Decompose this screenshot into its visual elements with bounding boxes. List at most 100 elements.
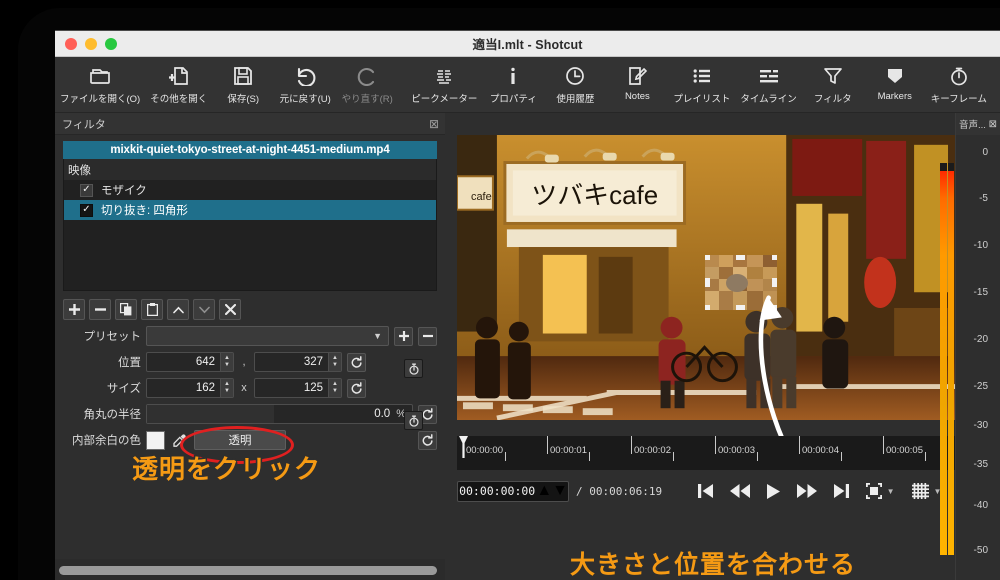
- move-up-button[interactable]: [167, 299, 189, 320]
- minimize-window-button[interactable]: [85, 37, 97, 50]
- filters-horizontal-scrollbar[interactable]: [55, 559, 445, 580]
- toolbar-button-history[interactable]: 操作履歴: [992, 61, 1000, 105]
- toolbar-button-undo[interactable]: 元に戻す(U): [274, 61, 336, 105]
- playback-buttons[interactable]: ▼ ▼ »: [697, 483, 956, 499]
- toolbar-button-recent[interactable]: 使用履歴: [544, 61, 606, 105]
- toolbar-button-save[interactable]: 保存(S): [212, 61, 274, 105]
- padding-color-swatch[interactable]: [146, 430, 165, 450]
- transparent-button[interactable]: 透明: [194, 430, 286, 450]
- position-x-stepper[interactable]: ▲ ▼: [220, 353, 233, 371]
- rewind-icon[interactable]: [729, 484, 750, 498]
- toolbar-button-open-file[interactable]: ファイルを開く(O): [55, 61, 145, 105]
- toolbar-button-properties[interactable]: プロパティ: [482, 61, 544, 105]
- size-width-input[interactable]: 162 ▲ ▼: [146, 378, 234, 398]
- fast-forward-icon[interactable]: [796, 484, 817, 498]
- audio-level-bars: [940, 163, 954, 555]
- playhead[interactable]: [459, 436, 468, 458]
- current-time-stepper[interactable]: ▲▼: [536, 482, 568, 500]
- toolbar-button-peak-meter[interactable]: ピークメーター: [406, 61, 482, 105]
- filter-checkbox[interactable]: ✓: [80, 183, 93, 197]
- toolbar-button-playlist[interactable]: プレイリスト: [668, 61, 735, 105]
- preset-select[interactable]: ▼: [146, 326, 389, 346]
- toolbar-label: やり直す(R): [341, 94, 393, 105]
- reset-position-button[interactable]: [347, 352, 366, 372]
- skip-start-icon[interactable]: [697, 484, 713, 498]
- remove-filter-button[interactable]: [89, 299, 111, 320]
- close-panel-icon[interactable]: ⊠: [429, 118, 439, 130]
- resize-handle-nw[interactable]: [705, 255, 710, 260]
- player-scrub-area[interactable]: 00:00:00 00:00:01 00:00:02 00:00:03 00:0…: [457, 436, 956, 470]
- filter-list-item-crop-rectangle[interactable]: ✓ 切り抜き: 四角形: [64, 200, 436, 220]
- toolbar-button-open-other[interactable]: その他を開く: [145, 61, 212, 105]
- toolbar-button-filters[interactable]: フィルタ: [802, 61, 864, 105]
- copy-filter-button[interactable]: [115, 299, 137, 320]
- resize-handle-s[interactable]: [736, 305, 745, 310]
- add-filter-button[interactable]: [63, 299, 85, 320]
- filter-name: 切り抜き: 四角形: [101, 205, 188, 217]
- resize-handle-e[interactable]: [772, 278, 777, 287]
- resize-handle-se[interactable]: [772, 305, 777, 310]
- remove-preset-button[interactable]: [418, 326, 437, 346]
- move-down-button: [193, 299, 215, 320]
- duration-label: / 00:00:06:19: [576, 484, 663, 498]
- filter-checkbox[interactable]: ✓: [80, 203, 93, 217]
- corner-radius-keyframe-button[interactable]: [404, 411, 423, 430]
- close-window-button[interactable]: [65, 37, 77, 50]
- filter-list-actions[interactable]: [63, 291, 437, 326]
- deselect-button[interactable]: [219, 299, 241, 320]
- position-y-stepper[interactable]: ▲ ▼: [328, 353, 341, 371]
- resize-handle-n[interactable]: [736, 255, 745, 260]
- scrollbar-thumb[interactable]: [59, 565, 438, 575]
- toolbar-button-notes[interactable]: Notes: [606, 61, 668, 102]
- toolbar-button-markers[interactable]: Markers: [864, 61, 926, 102]
- grid-icon[interactable]: [911, 483, 929, 499]
- toolbar-label: ファイルを開く(O): [60, 94, 141, 105]
- window-controls[interactable]: [55, 37, 117, 50]
- add-preset-button[interactable]: [394, 326, 413, 346]
- transport-controls[interactable]: 00:00:00:00 ▲▼ / 00:00:06:19 ▼ ▼: [457, 476, 956, 506]
- video-preview[interactable]: ツバキcafe cafe: [457, 135, 956, 464]
- crop-rectangle-vui[interactable]: [705, 255, 777, 310]
- toolbar-button-timeline[interactable]: タイムライン: [735, 61, 801, 105]
- reset-size-button[interactable]: [347, 378, 366, 398]
- notes-icon: [627, 64, 648, 88]
- main-toolbar[interactable]: ファイルを開く(O) その他を開く 保存(S) 元に戻す(U) やり直す(R) …: [55, 57, 1000, 113]
- corner-radius-slider[interactable]: 0.0 %: [146, 404, 413, 424]
- resize-handle-w[interactable]: [705, 278, 710, 287]
- paste-filter-button[interactable]: [141, 299, 163, 320]
- position-y-input[interactable]: 327 ▲ ▼: [254, 352, 342, 372]
- filter-list[interactable]: 映像 ✓ モザイク ✓ 切り抜き: 四角形: [63, 159, 437, 291]
- position-separator: ,: [242, 356, 246, 368]
- zoom-menu-caret-icon[interactable]: ▼: [887, 487, 895, 496]
- skip-end-icon[interactable]: [833, 484, 849, 498]
- zoom-fit-icon[interactable]: [865, 483, 882, 499]
- size-separator: x: [241, 382, 247, 394]
- mosaic-tiles: [705, 255, 777, 310]
- toolbar-label: 元に戻す(U): [279, 94, 331, 105]
- eyedropper-icon[interactable]: [170, 431, 189, 450]
- audio-scale-label: -35: [973, 459, 988, 470]
- resize-handle-sw[interactable]: [705, 305, 710, 310]
- play-icon[interactable]: [766, 483, 780, 499]
- reset-padding-color-button[interactable]: [418, 430, 437, 450]
- size-width-stepper[interactable]: ▲ ▼: [220, 379, 233, 397]
- time-ruler[interactable]: 00:00:00 00:00:01 00:00:02 00:00:03 00:0…: [457, 436, 956, 470]
- filters-panel-title: フィルタ: [62, 118, 106, 131]
- position-size-keyframe-button[interactable]: [404, 359, 423, 378]
- screen: 適当I.mlt - Shotcut ファイルを開く(O) その他を開く 保存(S…: [0, 0, 1000, 580]
- preset-row: プリセット ▼: [63, 326, 437, 346]
- audio-channel-left: [940, 163, 947, 555]
- main-body: フィルタ ⊠ mixkit-quiet-tokyo-street-at-nigh…: [55, 113, 1000, 580]
- toolbar-button-keyframes[interactable]: キーフレーム: [926, 61, 992, 105]
- maximize-window-button[interactable]: [105, 37, 117, 50]
- resize-handle-ne[interactable]: [772, 255, 777, 260]
- size-row: サイズ 162 ▲ ▼ x 125 ▲ ▼: [63, 378, 437, 398]
- audio-meter-close-icon[interactable]: ⊠: [989, 119, 997, 130]
- size-height-input[interactable]: 125 ▲ ▼: [254, 378, 342, 398]
- position-x-input[interactable]: 642 ▲ ▼: [146, 352, 234, 372]
- size-height-stepper[interactable]: ▲ ▼: [328, 379, 341, 397]
- current-time-field[interactable]: 00:00:00:00 ▲▼: [457, 480, 569, 502]
- audio-scale-label: -10: [973, 240, 988, 251]
- audio-scale-label: -50: [973, 545, 988, 556]
- filter-list-item-mosaic[interactable]: ✓ モザイク: [64, 180, 436, 200]
